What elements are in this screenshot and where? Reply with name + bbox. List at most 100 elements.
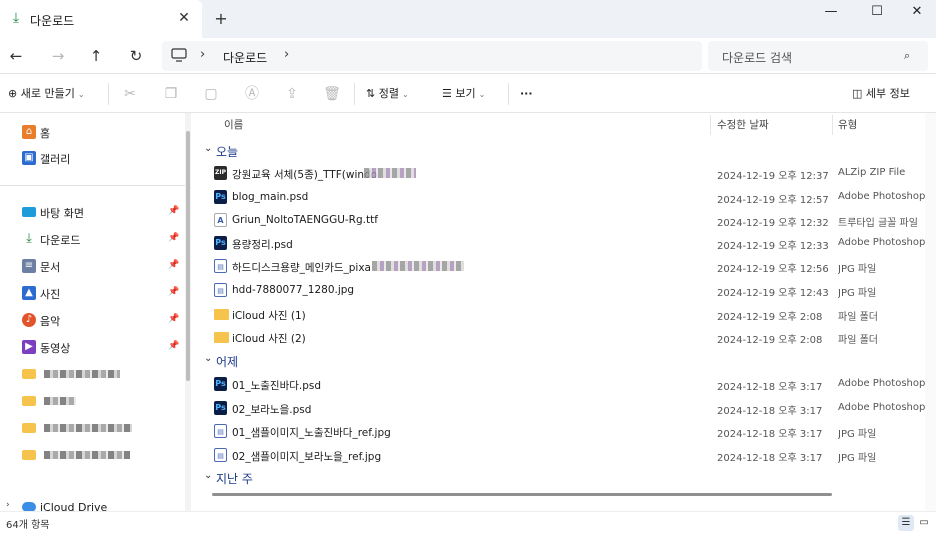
chevron-down-icon: ⌄ (77, 90, 85, 99)
sidebar-item-gallery[interactable]: ▣ 갤러리 (0, 146, 182, 170)
sidebar-item-documents[interactable]: ≡ 문서 📌 (0, 254, 182, 278)
file-name: blog_main.psd (232, 191, 309, 203)
file-type: 파일 폴더 (838, 335, 878, 346)
table-row[interactable]: ZIP 강원교육 서체(5종)_TTF(windo 2024-12-19 오후 … (196, 162, 916, 184)
folder-icon (22, 423, 36, 433)
table-row[interactable]: A Griun_NoltoTAENGGU-Rg.ttf 2024-12-19 오… (196, 209, 918, 231)
sidebar-item-pictures[interactable]: ▲ 사진 📌 (0, 281, 182, 305)
table-row[interactable]: ▤ hdd-7880077_1280.jpg 2024-12-19 오후 12:… (196, 279, 916, 301)
pin-icon[interactable]: 📌 (168, 233, 179, 243)
file-date: 2024-12-19 오후 12:32 (717, 218, 829, 229)
delete-icon[interactable]: 🗑 (323, 85, 341, 103)
sidebar-item-desktop[interactable]: 바탕 화면 📌 (0, 200, 182, 224)
pin-icon[interactable]: 📌 (168, 206, 179, 216)
file-type: JPG 파일 (838, 453, 877, 464)
photoshop-file-icon: Ps (214, 236, 227, 250)
pin-icon[interactable]: 📌 (168, 287, 179, 297)
up-button[interactable]: ↑ (84, 44, 108, 68)
sidebar-item-folder[interactable] (0, 362, 182, 386)
sidebar-item-folder[interactable] (0, 443, 182, 467)
sidebar-item-music[interactable]: ♪ 음악 📌 (0, 308, 182, 332)
table-row[interactable]: Ps 02_보라노을.psd 2024-12-18 오후 3:17 Adobe … (196, 397, 928, 419)
group-header[interactable]: ⌄ 오늘 (196, 140, 916, 162)
column-divider[interactable] (832, 115, 833, 135)
paste-icon[interactable]: ▢ (202, 85, 220, 103)
sort-label: 정렬 (378, 87, 399, 100)
command-bar: ⊕ 새로 만들기 ⌄ ✂ ❐ ▢ Ⓐ ⇪ 🗑 ⇅ 정렬 ⌄ ☰ 보기 ⌄ ··· ◫ … (0, 75, 936, 113)
divider (508, 83, 509, 105)
tiles-view-icon[interactable]: ▭ (916, 515, 932, 531)
file-date: 2024-12-19 오후 12:37 (717, 171, 829, 182)
back-button[interactable]: ← (4, 44, 28, 68)
new-button[interactable]: ⊕ 새로 만들기 ⌄ (8, 85, 85, 103)
sort-button[interactable]: ⇅ 정렬 ⌄ (366, 85, 409, 103)
table-row[interactable]: ▤ 02_샘플이미지_보라노을_ref.jpg 2024-12-18 오후 3:… (196, 444, 916, 466)
close-window-button[interactable]: ✕ (894, 0, 936, 26)
file-name: hdd-7880077_1280.jpg (232, 284, 355, 296)
divider (108, 83, 109, 105)
sidebar-item-videos[interactable]: ▶ 동영상 📌 (0, 335, 182, 359)
file-date: 2024-12-19 오후 12:57 (717, 195, 829, 206)
sidebar-item-home[interactable]: ⌂ 홈 (0, 120, 182, 144)
chevron-right-icon[interactable]: › (6, 500, 10, 510)
chevron-right-icon[interactable]: › (284, 47, 289, 62)
redacted-text (372, 261, 464, 271)
table-row[interactable]: iCloud 사진 (1) 2024-12-19 오후 2:08 파일 폴더 (196, 303, 916, 325)
view-icon: ☰ (442, 87, 452, 100)
file-name: 하드디스크용량_메인카드_pixa (232, 262, 371, 274)
breadcrumb-item-downloads[interactable]: 다운로드 (223, 49, 267, 66)
group-header[interactable]: ⌄ 지난 주 (196, 467, 916, 489)
image-file-icon: ▤ (214, 424, 227, 438)
refresh-button[interactable]: ↻ (124, 44, 148, 68)
tab-downloads[interactable]: ⤓ 다운로드 ✕ (0, 0, 202, 38)
breadcrumb[interactable]: › 다운로드 › (162, 41, 702, 71)
file-date: 2024-12-19 오후 12:56 (717, 264, 829, 275)
scrollbar-thumb[interactable] (186, 131, 190, 381)
item-count: 64개 항목 (6, 520, 50, 531)
tab-close-icon[interactable]: ✕ (176, 10, 192, 26)
sidebar-item-downloads[interactable]: ⤓ 다운로드 📌 (0, 227, 182, 251)
table-row[interactable]: Ps 01_노출진바다.psd 2024-12-18 오후 3:17 Adobe… (196, 373, 928, 395)
table-row[interactable]: Ps 용량정리.psd 2024-12-19 오후 12:33 Adobe Ph… (196, 232, 928, 254)
pin-icon[interactable]: 📌 (168, 314, 179, 324)
more-options-button[interactable]: ··· (520, 85, 533, 103)
rename-icon[interactable]: Ⓐ (243, 85, 261, 103)
folder-icon (22, 369, 36, 379)
column-header-name[interactable]: 이름 (224, 117, 243, 132)
view-button[interactable]: ☰ 보기 ⌄ (442, 85, 485, 103)
details-button[interactable]: ◫ 세부 정보 (852, 85, 910, 103)
download-icon: ⤓ (12, 10, 20, 26)
group-header[interactable]: ⌄ 어제 (196, 350, 916, 372)
file-name: 02_보라노을.psd (232, 404, 312, 416)
pin-icon[interactable]: 📌 (168, 341, 179, 351)
pin-icon[interactable]: 📌 (168, 260, 179, 270)
table-row[interactable]: ▤ 01_샘플이미지_노출진바다_ref.jpg 2024-12-18 오후 3… (196, 420, 916, 442)
column-divider[interactable] (710, 115, 711, 135)
minimize-button[interactable]: — (808, 0, 854, 26)
copy-icon[interactable]: ❐ (162, 85, 180, 103)
column-header-date[interactable]: 수정한 날짜 (717, 117, 769, 132)
group-label: 오늘 (216, 145, 239, 159)
image-file-icon: ▤ (214, 448, 227, 462)
file-type: 트루타입 글꼴 파일 (838, 218, 918, 229)
table-row[interactable]: Ps blog_main.psd 2024-12-19 오후 12:57 Ado… (196, 186, 928, 208)
folder-icon (22, 450, 36, 460)
new-label: 새로 만들기 (20, 87, 75, 100)
table-row[interactable]: iCloud 사진 (2) 2024-12-19 오후 2:08 파일 폴더 (196, 326, 916, 348)
file-list-scrollbar[interactable] (925, 113, 936, 511)
details-view-icon[interactable]: ☰ (898, 515, 914, 531)
divider (354, 83, 355, 105)
status-bar: 64개 항목 ☰ ▭ (0, 511, 936, 533)
table-row[interactable]: ▤ 하드디스크용량_메인카드_pixa 2024-12-19 오후 12:56 … (196, 255, 916, 277)
column-header-type[interactable]: 유형 (838, 117, 857, 132)
forward-button[interactable]: → (46, 44, 70, 68)
chevron-right-icon: › (200, 47, 206, 62)
sidebar-item-folder[interactable] (0, 389, 182, 413)
new-tab-button[interactable]: + (212, 10, 230, 28)
sidebar-scrollbar[interactable] (185, 113, 191, 513)
cut-icon[interactable]: ✂ (121, 85, 139, 103)
search-input[interactable]: 다운로드 검색 ⌕ (708, 41, 928, 71)
share-icon[interactable]: ⇪ (283, 85, 301, 103)
horizontal-scrollbar[interactable] (212, 493, 832, 496)
sidebar-item-folder[interactable] (0, 416, 182, 440)
